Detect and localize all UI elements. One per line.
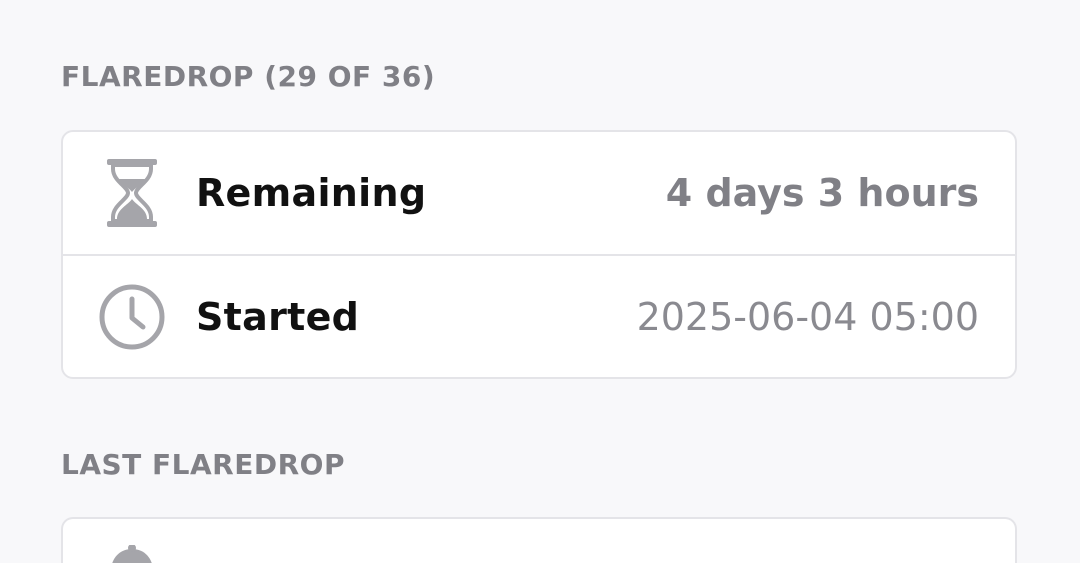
last-flaredrop-card bbox=[61, 517, 1017, 563]
clock-icon bbox=[97, 282, 167, 352]
current-flaredrop-card: Remaining 4 days 3 hours Started 2025-06… bbox=[61, 130, 1017, 379]
started-row: Started 2025-06-04 05:00 bbox=[63, 254, 1015, 378]
remaining-value: 4 days 3 hours bbox=[665, 171, 979, 215]
hourglass-icon bbox=[97, 158, 167, 228]
remaining-label: Remaining bbox=[196, 171, 427, 215]
section-title-current: FLAREDROP (29 OF 36) bbox=[61, 60, 436, 93]
started-label: Started bbox=[196, 295, 360, 339]
started-value: 2025-06-04 05:00 bbox=[636, 295, 979, 339]
bell-icon bbox=[97, 545, 167, 563]
page: FLAREDROP (29 OF 36) Remaining 4 days 3 … bbox=[0, 0, 1080, 563]
section-title-last: LAST FLAREDROP bbox=[61, 448, 345, 481]
remaining-row: Remaining 4 days 3 hours bbox=[63, 132, 1015, 254]
